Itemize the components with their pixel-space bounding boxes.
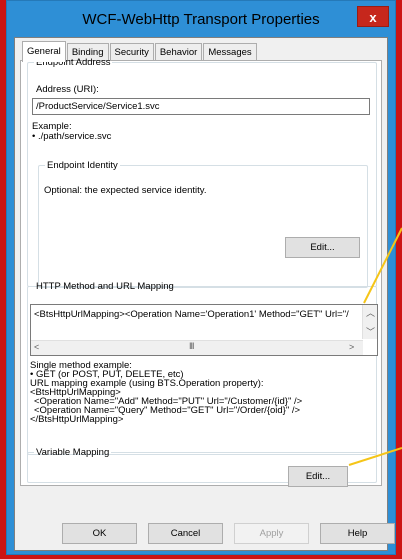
endpoint-identity-group: Endpoint Identity Optional: the expected…	[38, 160, 368, 288]
endpoint-identity-legend: Endpoint Identity	[47, 160, 118, 171]
dialog-client-area: General Binding Security Behavior Messag…	[14, 37, 395, 551]
endpoint-address-group: Endpoint Address Address (URI): /Product…	[27, 57, 377, 288]
general-tab-page: Endpoint Address Address (URI): /Product…	[20, 57, 382, 487]
help-button[interactable]: Help	[320, 523, 395, 544]
example-value: • ./path/service.svc	[32, 131, 112, 142]
address-input[interactable]: /ProductService/Service1.svc	[32, 98, 370, 115]
cancel-button[interactable]: Cancel	[148, 523, 223, 544]
scroll-left-icon[interactable]: <	[34, 342, 39, 352]
horizontal-scrollbar[interactable]: < III >	[31, 340, 363, 355]
http-mapping-group: HTTP Method and URL Mapping <BtsHttpUrlM…	[27, 281, 378, 455]
help-line-7: </BtsHttpUrlMapping>	[30, 414, 124, 425]
identity-description: Optional: the expected service identity.	[44, 185, 207, 196]
tab-general[interactable]: General	[22, 41, 66, 62]
variable-mapping-legend: Variable Mapping	[36, 447, 110, 458]
identity-edit-button[interactable]: Edit...	[285, 237, 360, 258]
variable-mapping-group: Variable Mapping Edit...	[27, 447, 377, 487]
scroll-right-icon[interactable]: >	[349, 342, 354, 352]
dialog-window: WCF-WebHttp Transport Properties x Gener…	[6, 0, 396, 555]
http-mapping-legend: HTTP Method and URL Mapping	[36, 281, 174, 292]
scroll-thumb-grip-icon[interactable]: III	[189, 341, 194, 351]
scroll-up-icon[interactable]: ︿	[366, 306, 375, 319]
address-label: Address (URI):	[36, 84, 99, 95]
ok-button[interactable]: OK	[62, 523, 137, 544]
scroll-down-icon[interactable]: ﹀	[366, 325, 375, 338]
apply-button[interactable]: Apply	[234, 523, 309, 544]
variable-mapping-edit-button[interactable]: Edit...	[288, 466, 348, 487]
vertical-scrollbar[interactable]: ︿ ﹀	[362, 305, 377, 339]
http-mapping-content: <BtsHttpUrlMapping><Operation Name='Oper…	[34, 309, 349, 320]
window-title: WCF-WebHttp Transport Properties	[82, 11, 320, 28]
close-button[interactable]: x	[357, 6, 389, 27]
http-mapping-textarea[interactable]: <BtsHttpUrlMapping><Operation Name='Oper…	[30, 304, 378, 356]
